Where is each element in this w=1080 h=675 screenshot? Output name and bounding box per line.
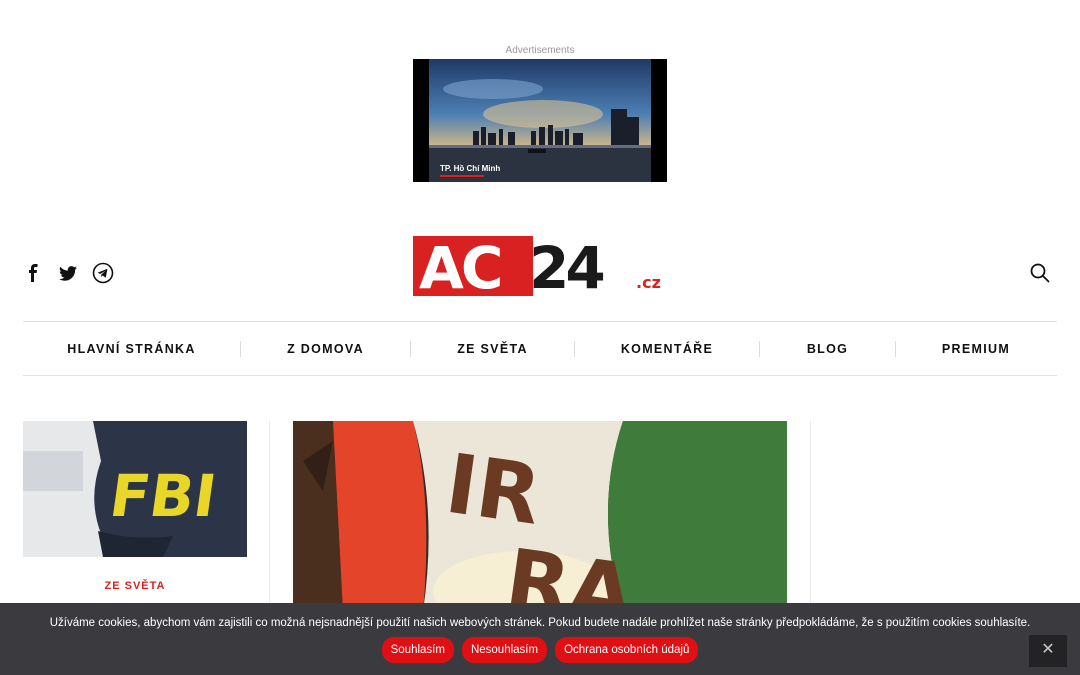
close-icon[interactable]: ✕ [1029,635,1067,667]
social-links [22,262,114,284]
svg-text:AC: AC [419,236,500,296]
main-nav: HLAVNÍ STRÁNKA Z DOMOVA ZE SVĚTA KOMENTÁ… [23,321,1057,376]
article-image-iran-flag[interactable]: IR RA [293,421,787,611]
nav-item-home[interactable]: HLAVNÍ STRÁNKA [23,342,240,356]
facebook-icon[interactable] [22,262,44,284]
nav-item-domestic[interactable]: Z DOMOVA [241,342,410,356]
ad-caption: TP. Hồ Chí Minh [440,164,501,173]
svg-text:FBI: FBI [106,462,221,530]
nav-item-premium[interactable]: PREMIUM [896,342,1056,356]
page: Advertisements TP. Hồ Chí Minh AC 24 .cz… [0,0,1080,675]
svg-text:24: 24 [529,236,603,296]
cookie-consent-bar: Užíváme cookies, abychom vám zajistili c… [0,603,1080,675]
ac24-logo: AC 24 .cz [413,234,661,302]
article-card-left[interactable]: FBI ZE SVĚTA [23,421,247,592]
ad-banner[interactable]: TP. Hồ Chí Minh [413,59,667,182]
column-divider [810,421,811,611]
column-divider [269,421,270,611]
ad-label: Advertisements [505,45,575,56]
nav-item-world[interactable]: ZE SVĚTA [411,342,574,356]
nav-item-blog[interactable]: BLOG [760,342,895,356]
cookie-text: Užíváme cookies, abychom vám zajistili c… [49,617,1031,629]
nav-item-comments[interactable]: KOMENTÁŘE [575,342,759,356]
site-logo[interactable]: AC 24 .cz [413,234,669,302]
article-image-fbi[interactable]: FBI [23,421,247,557]
twitter-icon[interactable] [57,262,79,284]
article-category[interactable]: ZE SVĚTA [23,580,247,592]
cookie-buttons: Souhlasím Nesouhlasím Ochrana osobních ú… [0,637,1080,663]
privacy-policy-button[interactable]: Ochrana osobních údajů [555,637,699,663]
ad-caption-underline [440,175,484,177]
cookie-decline-button[interactable]: Nesouhlasím [461,637,548,663]
telegram-icon[interactable] [92,262,114,284]
cookie-accept-button[interactable]: Souhlasím [381,637,454,663]
svg-text:.cz: .cz [636,273,661,292]
search-icon[interactable] [1030,263,1050,283]
svg-text:IR: IR [440,437,546,544]
